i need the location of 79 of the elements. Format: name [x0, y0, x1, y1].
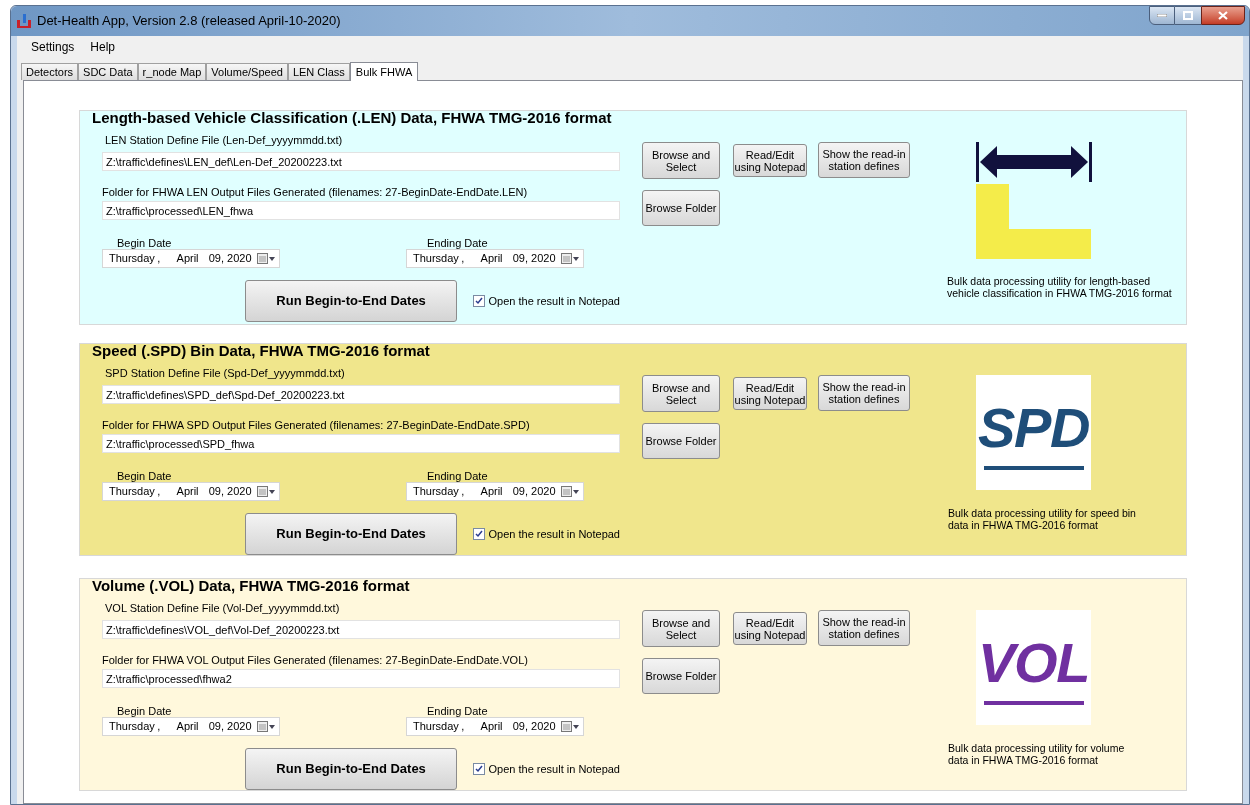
- calendar-dropdown-icon: [257, 486, 275, 497]
- checkbox-label: Open the result in Notepad: [488, 526, 620, 542]
- field-label: Begin Date: [117, 469, 173, 482]
- minimize-button[interactable]: [1149, 6, 1175, 25]
- button[interactable]: Browse and Select: [642, 610, 720, 647]
- date-picker[interactable]: Thursday , April 09, 2020: [102, 482, 280, 501]
- field-label: SPD Station Define File (Spd-Def_yyyymmdd.txt): [105, 366, 346, 379]
- button[interactable]: Show the read-in station defines: [818, 142, 910, 178]
- field-label: Begin Date: [117, 704, 173, 717]
- app-icon: [16, 13, 32, 29]
- checkbox-label: Open the result in Notepad: [488, 761, 620, 777]
- run-button[interactable]: Run Begin-to-End Dates: [245, 513, 458, 555]
- run-button[interactable]: Run Begin-to-End Dates: [245, 748, 458, 790]
- section-title: Speed (.SPD) Bin Data, FHWA TMG-2016 format: [92, 341, 430, 361]
- tab[interactable]: Volume/Speed: [206, 63, 288, 80]
- menu-item[interactable]: Help: [84, 37, 122, 57]
- field-label: Ending Date: [427, 469, 488, 482]
- maximize-icon: [1183, 11, 1193, 20]
- menu-item[interactable]: Settings: [25, 37, 81, 57]
- field-label: Folder for FHWA SPD Output Files Generated (filenames: 27-BeginDate-EndDate.SPD): [102, 418, 531, 431]
- check-icon: [474, 530, 483, 538]
- checkbox[interactable]: [473, 295, 485, 307]
- close-icon: [1218, 11, 1228, 20]
- checkbox-label: Open the result in Notepad: [488, 293, 620, 309]
- date-picker[interactable]: Thursday , April 09, 2020: [102, 717, 280, 736]
- file-field[interactable]: Z:\traffic\defines\VOL_def\Vol-Def_20200223.txt: [102, 620, 620, 639]
- calendar-dropdown-icon: [561, 486, 579, 497]
- button[interactable]: Read/Edit using Notepad: [733, 612, 807, 645]
- check-icon: [474, 297, 483, 305]
- file-field[interactable]: Z:\traffic\defines\LEN_def\Len-Def_20200223.txt: [102, 152, 620, 171]
- minimize-icon: [1157, 14, 1167, 17]
- calendar-dropdown-icon: [257, 721, 275, 732]
- tab[interactable]: Bulk FHWA: [349, 62, 419, 81]
- date-picker[interactable]: Thursday , April 09, 2020: [406, 482, 584, 501]
- logo-text: SPD: [978, 395, 1089, 460]
- checkbox[interactable]: [473, 528, 485, 540]
- tab[interactable]: LEN Class: [287, 63, 350, 80]
- button[interactable]: Show the read-in station defines: [818, 610, 910, 646]
- field-label: VOL Station Define File (Vol-Def_yyyymmdd.txt): [105, 601, 341, 614]
- field-label: Begin Date: [117, 236, 173, 249]
- tab[interactable]: r_node Map: [137, 63, 207, 80]
- field-label: Folder for FHWA LEN Output Files Generated (filenames: 27-BeginDate-EndDate.LEN): [102, 185, 529, 198]
- field-label: Ending Date: [427, 704, 488, 717]
- folder-field[interactable]: Z:\traffic\processed\SPD_fhwa: [102, 434, 620, 453]
- date-picker[interactable]: Thursday , April 09, 2020: [102, 249, 280, 268]
- caption: Bulk data processing utility for speed bin data in FHWA TMG-2016 format: [948, 507, 1137, 531]
- caption: Bulk data processing utility for volume data in FHWA TMG-2016 format: [948, 742, 1126, 766]
- l-shape-icon: [976, 184, 1091, 259]
- tab[interactable]: Detectors: [21, 63, 79, 80]
- check-icon: [474, 765, 483, 773]
- calendar-dropdown-icon: [561, 721, 579, 732]
- button[interactable]: Read/Edit using Notepad: [733, 144, 807, 177]
- button[interactable]: Browse Folder: [642, 658, 720, 694]
- caption: Bulk data processing utility for length-based vehicle classification in FHWA TMG-2016 format: [947, 275, 1173, 299]
- date-picker[interactable]: Thursday , April 09, 2020: [406, 717, 584, 736]
- button[interactable]: Browse Folder: [642, 423, 720, 459]
- field-label: Ending Date: [427, 236, 488, 249]
- window-title: Det-Health App, Version 2.8 (released April-10-2020): [37, 12, 341, 31]
- maximize-button[interactable]: [1175, 6, 1201, 25]
- tab[interactable]: SDC Data: [78, 63, 138, 80]
- folder-field[interactable]: Z:\traffic\processed\fhwa2: [102, 669, 620, 688]
- logo-text: VOL: [978, 630, 1089, 695]
- file-field[interactable]: Z:\traffic\defines\SPD_def\Spd-Def_20200223.txt: [102, 385, 620, 404]
- section-title: Length-based Vehicle Classification (.LEN) Data, FHWA TMG-2016 format: [92, 108, 612, 128]
- checkbox[interactable]: [473, 763, 485, 775]
- button[interactable]: Browse and Select: [642, 142, 720, 179]
- field-label: LEN Station Define File (Len-Def_yyyymmdd.txt): [105, 133, 344, 146]
- close-button[interactable]: [1201, 6, 1245, 25]
- button[interactable]: Read/Edit using Notepad: [733, 377, 807, 410]
- button[interactable]: Show the read-in station defines: [818, 375, 910, 411]
- calendar-dropdown-icon: [257, 253, 275, 264]
- button[interactable]: Browse and Select: [642, 375, 720, 412]
- date-picker[interactable]: Thursday , April 09, 2020: [406, 249, 584, 268]
- button[interactable]: Browse Folder: [642, 190, 720, 226]
- folder-field[interactable]: Z:\traffic\processed\LEN_fhwa: [102, 201, 620, 220]
- run-button[interactable]: Run Begin-to-End Dates: [245, 280, 458, 322]
- section-title: Volume (.VOL) Data, FHWA TMG-2016 format: [92, 576, 410, 596]
- field-label: Folder for FHWA VOL Output Files Generated (filenames: 27-BeginDate-EndDate.VOL): [102, 653, 529, 666]
- calendar-dropdown-icon: [561, 253, 579, 264]
